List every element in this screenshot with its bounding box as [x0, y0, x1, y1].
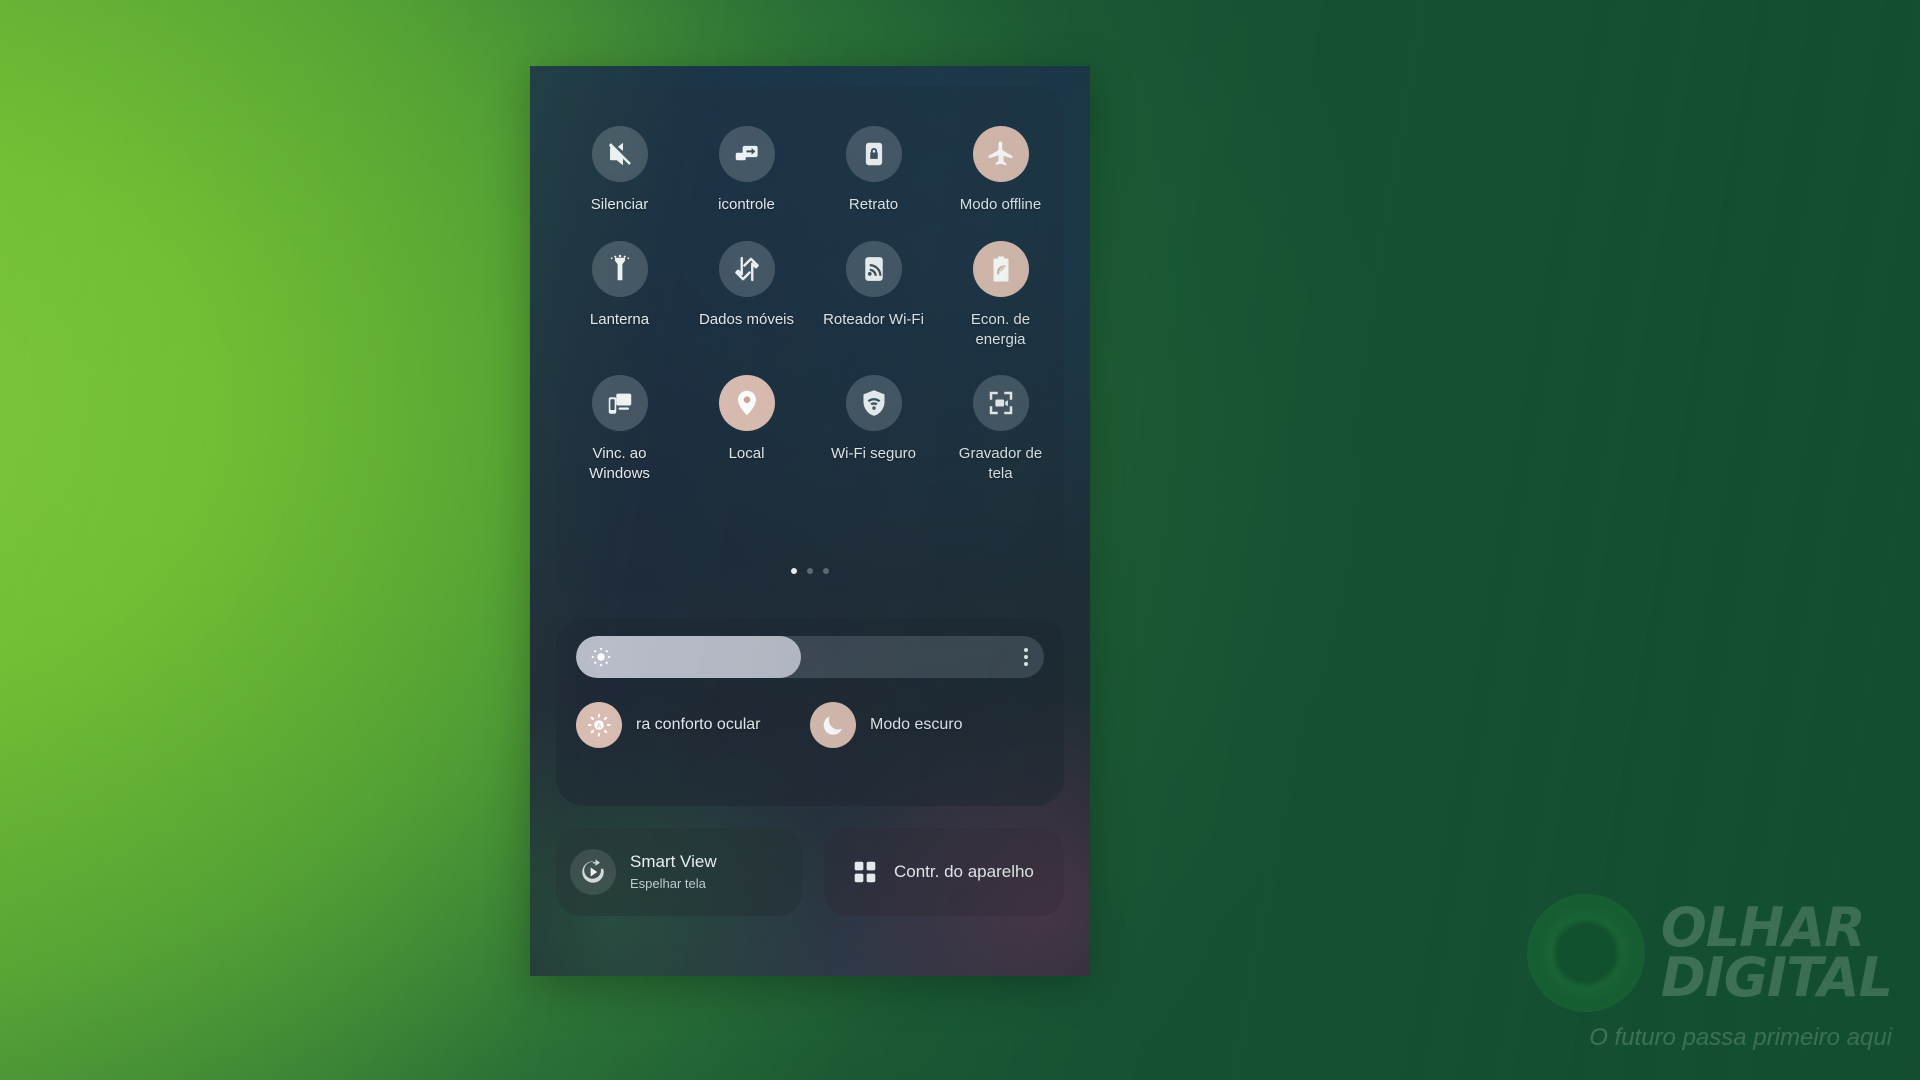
smart-view-subtitle: Espelhar tela [630, 875, 706, 891]
watermark-line-1: OLHAR [1660, 895, 1866, 959]
quick-tile-label: Modo offline [959, 196, 1042, 213]
brightness-row [576, 636, 1044, 678]
quick-tile-label: Wi-Fi seguro [830, 445, 916, 463]
quick-tile-hotspot[interactable]: Roteador Wi-Fi [810, 240, 937, 350]
quick-tile-multicontrol[interactable]: icontrole [683, 126, 810, 215]
mode-toggle-moon[interactable]: Modo escuro [810, 702, 1044, 748]
mode-toggle-label: Modo escuro [870, 716, 963, 733]
smart-view-text: Smart View Espelhar tela [630, 851, 717, 892]
battery-saver-icon [972, 240, 1029, 297]
quick-tile-label: Econ. de energia [970, 310, 1031, 348]
quick-tile-mute[interactable]: Silenciar [556, 126, 683, 215]
cast-play-icon [570, 849, 616, 895]
quick-tile-label: Lanterna [589, 310, 650, 328]
screen-lock-icon [845, 126, 902, 182]
multicontrol-icon [718, 126, 775, 182]
quick-tile-secure-wifi[interactable]: Wi-Fi seguro [810, 375, 937, 484]
quick-tile-label: Roteador Wi-Fi [823, 310, 924, 328]
bottom-buttons: Smart View Espelhar tela Contr. do apare… [556, 828, 1064, 916]
brightness-sun-icon [591, 647, 611, 667]
quick-tile-label: Vinc. ao Windows [589, 445, 650, 483]
link-to-windows-icon [591, 375, 648, 432]
smart-view-button[interactable]: Smart View Espelhar tela [556, 828, 802, 916]
device-control-button[interactable]: Contr. do aparelho [824, 828, 1064, 916]
eye-comfort-icon: A [576, 702, 622, 748]
quick-tile-location-pin[interactable]: Local [683, 375, 810, 484]
watermark-line-2: DIGITAL [1660, 946, 1893, 1009]
quick-tile-label: Dados móveis [698, 310, 795, 328]
quick-tile-link-to-windows[interactable]: Vinc. ao Windows [556, 375, 683, 484]
device-control-label: Contr. do aparelho [894, 862, 1034, 881]
quick-settings-grid: Silenciar icontrole Retrato Modo offline Lan… [556, 126, 1064, 484]
grid-squares-icon [854, 861, 876, 883]
flashlight-icon [591, 240, 648, 297]
quick-tile-screen-recorder[interactable]: Gravador de tela [937, 375, 1064, 484]
quick-tile-battery-saver[interactable]: Econ. de energia [937, 240, 1064, 350]
mode-toggle-label: ra conforto ocular [636, 716, 761, 733]
olhar-digital-eye-logo-icon [1526, 894, 1645, 1012]
quick-tile-screen-lock[interactable]: Retrato [810, 126, 937, 215]
secure-wifi-icon [845, 375, 902, 432]
page-indicator[interactable] [556, 568, 1064, 574]
screen-recorder-icon [972, 375, 1029, 432]
page-dot[interactable] [791, 568, 797, 574]
quick-tile-label: icontrole [718, 196, 775, 213]
quick-settings-panel: Silenciar icontrole Retrato Modo offline Lan… [556, 86, 1064, 596]
hotspot-icon [845, 240, 902, 297]
display-modes-row: Ara conforto ocular Modo escuro [576, 702, 1044, 748]
location-pin-icon [718, 375, 775, 432]
quick-tile-flashlight[interactable]: Lanterna [556, 240, 683, 350]
brightness-slider[interactable] [576, 636, 1044, 678]
quick-tile-label: Retrato [848, 196, 899, 213]
mute-icon [591, 126, 648, 182]
watermark-tagline: O futuro passa primeiro aqui [1589, 1024, 1892, 1051]
smart-view-title: Smart View [630, 852, 717, 872]
mobile-data-icon [718, 240, 775, 297]
screenshot-stage: Silenciar icontrole Retrato Modo offline Lan… [0, 0, 1920, 1080]
mode-toggle-eye-comfort[interactable]: Ara conforto ocular [576, 702, 810, 748]
moon-icon [810, 702, 856, 748]
svg-text:A: A [597, 723, 602, 730]
quick-tile-label: Local [728, 445, 765, 463]
display-panel: Ara conforto ocular Modo escuro [556, 618, 1064, 806]
page-dot[interactable] [823, 568, 829, 574]
quick-tile-airplane[interactable]: Modo offline [937, 126, 1064, 215]
page-dot[interactable] [807, 568, 813, 574]
watermark: OLHAR DIGITAL O futuro passa primeiro aq… [1526, 894, 1893, 1052]
more-options-icon[interactable] [1024, 648, 1028, 666]
quick-tile-mobile-data[interactable]: Dados móveis [683, 240, 810, 350]
quick-tile-label: Gravador de tela [958, 445, 1043, 483]
airplane-icon [972, 126, 1029, 182]
phone-screen: Silenciar icontrole Retrato Modo offline Lan… [530, 66, 1090, 976]
quick-tile-label: Silenciar [590, 196, 649, 213]
